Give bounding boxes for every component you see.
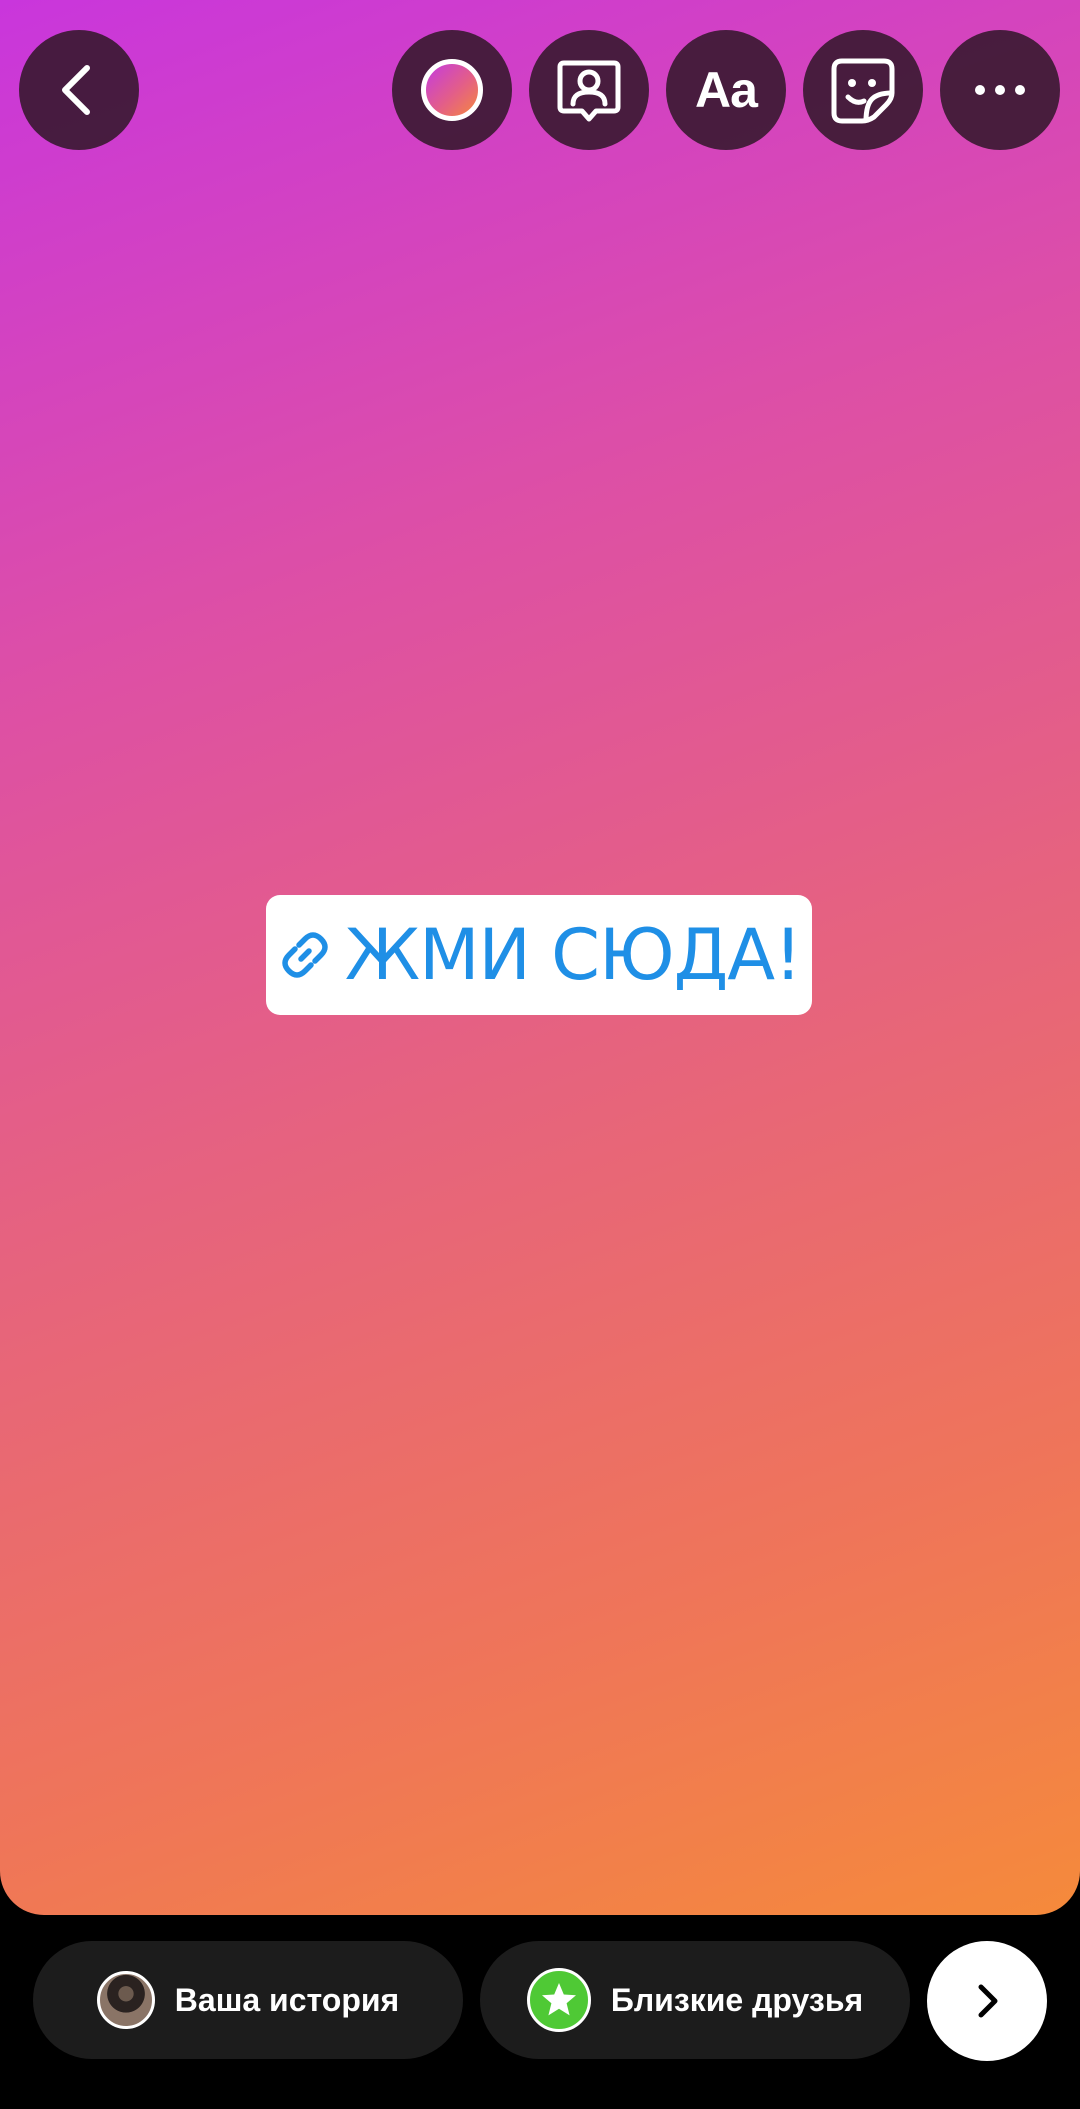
your-story-button[interactable]: Ваша история	[33, 1941, 463, 2059]
link-sticker-label: ЖМИ СЮДА!	[344, 914, 802, 996]
chevron-right-icon	[978, 1984, 998, 2018]
sticker-button[interactable]	[803, 30, 923, 150]
color-picker-button[interactable]	[392, 30, 512, 150]
chevron-left-icon	[62, 65, 90, 115]
star-icon	[526, 1968, 591, 2032]
mention-person-icon	[557, 60, 621, 122]
back-button[interactable]	[19, 30, 139, 150]
story-canvas[interactable]: Aa ЖМИ СЮДА!	[0, 0, 1080, 1915]
share-bar: Ваша история Близкие друзья	[0, 1915, 1080, 2109]
link-sticker[interactable]: ЖМИ СЮДА!	[266, 895, 812, 1015]
more-horizontal-icon	[975, 85, 1025, 95]
next-button[interactable]	[927, 1941, 1047, 2061]
more-options-button[interactable]	[940, 30, 1060, 150]
text-tool-icon: Aa	[695, 62, 758, 118]
color-picker-icon	[421, 59, 483, 121]
mention-button[interactable]	[529, 30, 649, 150]
close-friends-button[interactable]: Близкие друзья	[480, 1941, 910, 2059]
text-tool-button[interactable]: Aa	[666, 30, 786, 150]
story-editor-screen: Aa ЖМИ СЮДА! Ваша история Близкие друзья	[0, 0, 1080, 2109]
link-icon	[277, 927, 333, 983]
your-story-label: Ваша история	[174, 1981, 400, 2018]
sticker-icon	[831, 58, 895, 124]
close-friends-label: Близкие друзья	[610, 1981, 864, 2018]
avatar	[96, 1971, 155, 2029]
